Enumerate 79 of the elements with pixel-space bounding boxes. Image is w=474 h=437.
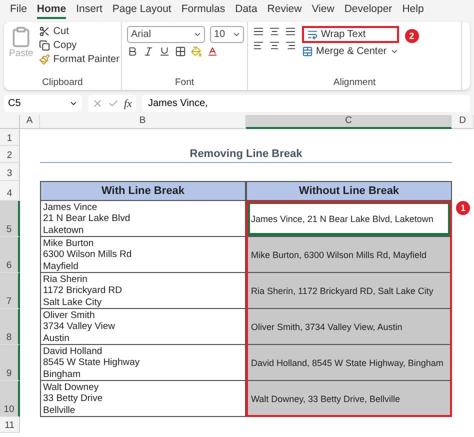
table-cell: James Vince 21 N Bear Lake Blvd Laketown bbox=[40, 201, 246, 237]
cancel-icon bbox=[92, 98, 103, 109]
group-label: Font bbox=[174, 77, 195, 88]
format-painter-button[interactable]: Format Painter bbox=[39, 54, 120, 65]
align-top-icon bbox=[253, 26, 264, 37]
row-header[interactable]: 4 bbox=[0, 181, 20, 201]
wrap-text-icon bbox=[307, 29, 318, 40]
menu-tab[interactable]: Page Layout bbox=[112, 3, 172, 19]
table-cell: Oliver Smith, 3734 Valley View, Austin bbox=[246, 309, 452, 345]
table-cell: Walt Downey, 33 Betty Drive, Bellville bbox=[246, 381, 452, 417]
fill-color-icon bbox=[191, 46, 202, 57]
table-header: With Line Break bbox=[40, 181, 246, 201]
row-header[interactable]: 3 bbox=[0, 163, 20, 181]
align-left-icon bbox=[253, 40, 264, 51]
group-label: Clipboard bbox=[41, 77, 84, 88]
function-icon[interactable]: fx bbox=[124, 98, 132, 110]
copy-icon bbox=[39, 40, 50, 51]
font-color-icon bbox=[207, 46, 218, 57]
row-header[interactable]: 6 bbox=[0, 237, 20, 273]
table-cell: Walt Downey 33 Betty Drive Bellville bbox=[40, 381, 246, 417]
menu-tab[interactable]: Home bbox=[36, 3, 66, 19]
align-middle-icon bbox=[269, 26, 280, 37]
row-header[interactable]: 8 bbox=[0, 309, 20, 345]
underline-icon bbox=[159, 46, 170, 57]
callout-badge: 2 bbox=[404, 29, 419, 43]
group-label: Alignment bbox=[332, 77, 377, 88]
table-cell: Ria Sherin 1172 Brickyard RD Salt Lake City bbox=[40, 273, 246, 309]
chevron-down-icon bbox=[193, 30, 202, 39]
bold-icon bbox=[127, 46, 138, 57]
sheet-title: Removing Line Break bbox=[40, 146, 452, 163]
column-header[interactable]: B bbox=[40, 115, 246, 129]
column-header[interactable]: C bbox=[246, 115, 452, 129]
align-center-icon bbox=[269, 40, 280, 51]
menu-tab[interactable]: Developer bbox=[344, 3, 392, 19]
row-header[interactable]: 11 bbox=[0, 417, 20, 433]
font-size-field[interactable]: 10 bbox=[210, 26, 244, 43]
select-all-corner[interactable] bbox=[0, 115, 20, 129]
row-header[interactable]: 9 bbox=[0, 345, 20, 381]
menu-tab[interactable]: Formulas bbox=[181, 3, 226, 19]
copy-button[interactable]: Copy bbox=[39, 40, 120, 51]
row-header[interactable]: 7 bbox=[0, 273, 20, 309]
formula-field[interactable]: James Vince, bbox=[142, 95, 470, 112]
menu-tab[interactable]: View bbox=[312, 3, 334, 19]
menu-tab[interactable]: Help bbox=[402, 3, 424, 19]
merge-cells-icon bbox=[302, 46, 313, 57]
enter-icon bbox=[108, 98, 119, 109]
font-name-field[interactable]: Arial bbox=[127, 26, 205, 43]
row-header[interactable]: 10 bbox=[0, 381, 20, 417]
callout-badge: 1 bbox=[456, 201, 470, 215]
table-cell: James Vince, 21 N Bear Lake Blvd, Laketown bbox=[246, 201, 452, 237]
chevron-down-icon bbox=[390, 47, 399, 56]
table-cell: Oliver Smith 3734 Valley View Austin bbox=[40, 309, 246, 345]
table-cell: Mike Burton, 6300 Wilson Mills Rd, Mayfield bbox=[246, 237, 452, 273]
merge-center-button[interactable]: Merge & Center bbox=[302, 46, 399, 57]
align-bottom-icon bbox=[285, 26, 296, 37]
row-header[interactable]: 2 bbox=[0, 146, 20, 163]
table-cell: David Holland, 8545 W State Highway, Bingham bbox=[246, 345, 452, 381]
menu-tab[interactable]: Review bbox=[267, 3, 302, 19]
cut-button[interactable]: Cut bbox=[39, 26, 120, 37]
chevron-down-icon bbox=[232, 30, 241, 39]
italic-icon bbox=[143, 46, 154, 57]
menu-tab[interactable]: File bbox=[10, 3, 27, 19]
menu-tab[interactable]: Data bbox=[235, 3, 258, 19]
paintbrush-icon bbox=[39, 54, 50, 65]
table-cell: David Holland 8545 W State Highway Bingham bbox=[40, 345, 246, 381]
clipboard-icon bbox=[10, 26, 32, 48]
row-header[interactable]: 1 bbox=[0, 129, 20, 146]
table-cell: Mike Burton 6300 Wilson Mills Rd Mayfield bbox=[40, 237, 246, 273]
borders-icon bbox=[175, 46, 186, 57]
row-header[interactable]: 5 bbox=[0, 201, 20, 237]
scissors-icon bbox=[39, 26, 50, 37]
table-header: Without Line Break bbox=[246, 181, 452, 201]
menu-tab[interactable]: Insert bbox=[76, 3, 102, 19]
chevron-down-icon bbox=[69, 99, 78, 108]
column-header[interactable]: A bbox=[20, 115, 40, 129]
column-header[interactable]: D bbox=[452, 115, 474, 129]
align-right-icon bbox=[285, 40, 296, 51]
table-cell: Ria Sherin, 1172 Brickyard RD, Salt Lake City bbox=[246, 273, 452, 309]
name-box[interactable]: C5 bbox=[4, 95, 82, 112]
